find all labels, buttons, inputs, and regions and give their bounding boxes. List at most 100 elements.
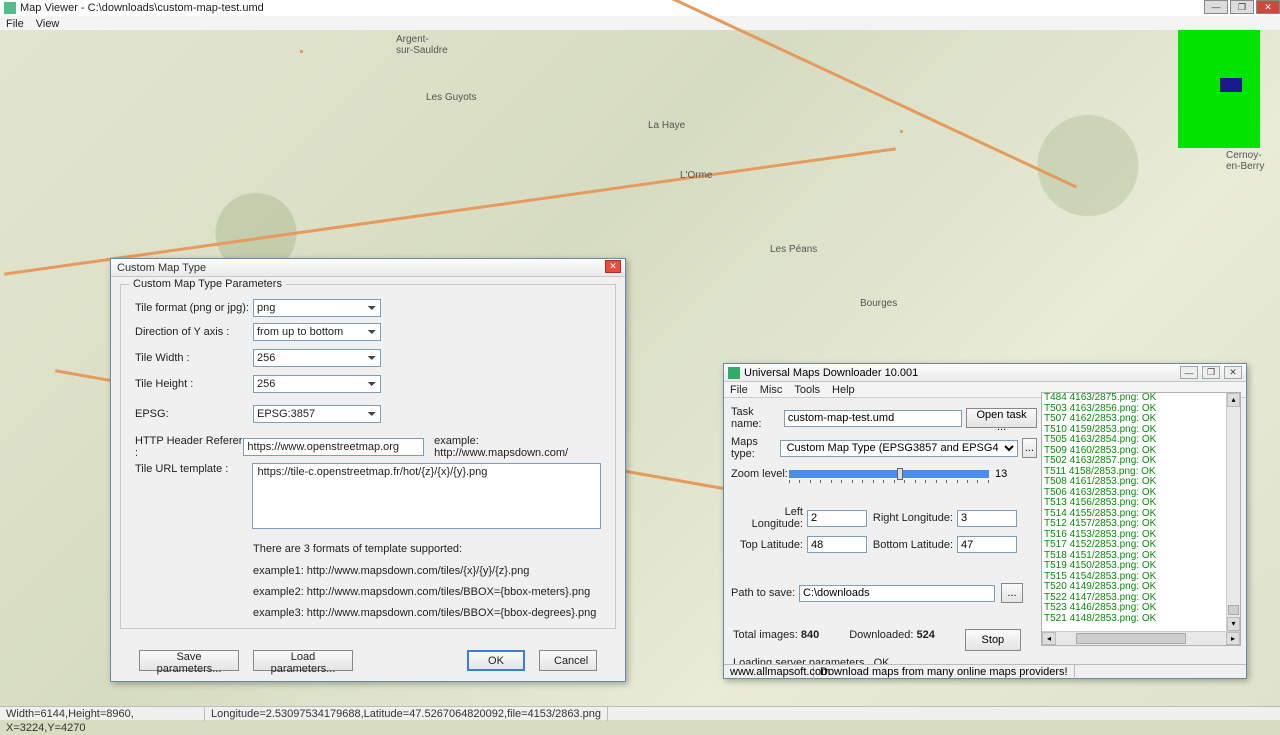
scroll-right-icon[interactable]: ▸ [1226,632,1240,645]
tile-width-label: Tile Width : [135,352,253,364]
log-panel[interactable]: T484 4163/2875.png: OKT503 4163/2856.png… [1041,392,1241,646]
log-line: T484 4163/2875.png: OK [1042,393,1240,404]
epsg-select[interactable]: EPSG:3857 [253,405,381,423]
task-name-label: Task name: [731,406,784,430]
mini-map[interactable] [1178,30,1260,148]
log-line: T521 4148/2853.png: OK [1042,614,1240,625]
y-direction-label: Direction of Y axis : [135,326,253,338]
horizontal-scrollbar[interactable]: ◂ ▸ [1042,631,1240,645]
ok-button[interactable]: OK [467,650,525,671]
zoom-slider[interactable] [789,466,989,482]
menu-tools[interactable]: Tools [794,384,820,396]
custom-map-type-dialog: Custom Map Type ✕ Custom Map Type Parame… [110,258,626,682]
maximize-button[interactable]: ❐ [1202,366,1220,379]
status-coordinates: Longitude=2.53097534179688,Latitude=47.5… [205,707,608,721]
close-button[interactable]: ✕ [1224,366,1242,379]
app-icon [4,2,16,14]
url-template-label: Tile URL template : [135,463,252,475]
log-line: T505 4163/2854.png: OK [1042,435,1240,446]
referer-input[interactable] [243,438,424,456]
town-label: L'Orme [680,170,712,181]
menu-file[interactable]: File [730,384,748,396]
downloader-window: Universal Maps Downloader 10.001 — ❐ ✕ F… [723,363,1247,679]
status-desc: Download maps from many online maps prov… [814,665,1075,679]
log-line: T507 4162/2853.png: OK [1042,414,1240,425]
minimize-button[interactable]: — [1180,366,1198,379]
path-label: Path to save: [731,587,799,599]
mini-map-viewport [1220,78,1242,92]
cancel-button[interactable]: Cancel [539,650,597,671]
log-line: T508 4161/2853.png: OK [1042,477,1240,488]
total-images-label: Total images: 840 [733,629,819,651]
town-label: La Haye [648,120,685,131]
scroll-thumb[interactable] [1228,605,1239,615]
zoom-level-label: Zoom level: [731,468,789,480]
epsg-label: EPSG: [135,408,253,420]
stop-button[interactable]: Stop [965,629,1021,651]
browse-button[interactable]: ... [1001,583,1023,603]
group-legend: Custom Map Type Parameters [129,278,286,290]
log-line: T519 4150/2853.png: OK [1042,561,1240,572]
dialog-titlebar[interactable]: Custom Map Type ✕ [111,259,625,277]
top-lat-label: Top Latitude: [731,539,807,551]
log-line: T513 4156/2853.png: OK [1042,498,1240,509]
tile-width-select[interactable]: 256 [253,349,381,367]
downloader-titlebar[interactable]: Universal Maps Downloader 10.001 — ❐ ✕ [724,364,1246,382]
right-lon-input[interactable] [957,510,1017,527]
top-lat-input[interactable] [807,536,867,553]
menu-help[interactable]: Help [832,384,855,396]
open-task-button[interactable]: Open task ... [966,408,1037,428]
task-name-input[interactable] [784,410,962,427]
downloader-title: Universal Maps Downloader 10.001 [744,367,918,379]
downloader-form: Task name: Open task ... Maps type: Cust… [729,400,1039,658]
downloader-statusbar: www.allmapsoft.com Download maps from ma… [724,664,1246,678]
town-label: Bourges [860,298,897,309]
scroll-thumb[interactable] [1076,633,1186,644]
log-line: T512 4157/2853.png: OK [1042,519,1240,530]
scroll-up-icon[interactable]: ▴ [1227,393,1240,407]
menu-file[interactable]: File [6,18,24,30]
log-line: T520 4149/2853.png: OK [1042,582,1240,593]
left-lon-label: Left Longitude: [731,506,807,530]
bottom-lat-label: Bottom Latitude: [867,539,957,551]
menu-view[interactable]: View [36,18,60,30]
titlebar[interactable]: Map Viewer - C:\downloads\custom-map-tes… [0,0,1280,16]
scroll-down-icon[interactable]: ▾ [1227,617,1240,631]
left-lon-input[interactable] [807,510,867,527]
menu-misc[interactable]: Misc [760,384,783,396]
tile-height-select[interactable]: 256 [253,375,381,393]
load-parameters-button[interactable]: Load parameters... [253,650,353,671]
y-direction-select[interactable]: from up to bottom [253,323,381,341]
town-label: Argent- sur-Sauldre [396,34,448,56]
log-line: T523 4146/2853.png: OK [1042,603,1240,614]
url-template-input[interactable]: https://tile-c.openstreetmap.fr/hot/{z}/… [252,463,601,529]
right-lon-label: Right Longitude: [867,512,957,524]
vertical-scrollbar[interactable]: ▴ ▾ [1226,393,1240,631]
statusbar: Width=6144,Height=8960, X=3224,Y=4270 Lo… [0,706,1280,720]
maps-type-more-button[interactable]: ... [1022,438,1037,458]
maps-type-select[interactable]: Custom Map Type (EPSG3857 and EPSG4326 s… [780,440,1018,457]
town-label: Les Péans [770,244,817,255]
referer-label: HTTP Header Referer : [135,435,243,459]
tile-format-select[interactable]: png [253,299,381,317]
parameters-group: Custom Map Type Parameters Tile format (… [120,284,616,629]
path-input[interactable] [799,585,995,602]
log-line: T502 4163/2857.png: OK [1042,456,1240,467]
minimize-button[interactable]: — [1204,0,1228,14]
referer-hint: example: http://www.mapsdown.com/ [434,435,601,459]
close-button[interactable]: ✕ [1256,0,1280,14]
town-label: Cernoy- en-Berry [1226,150,1264,172]
tile-height-label: Tile Height : [135,378,253,390]
app-icon [728,367,740,379]
bottom-lat-input[interactable] [957,536,1017,553]
window-title: Map Viewer - C:\downloads\custom-map-tes… [20,0,264,16]
maximize-button[interactable]: ❐ [1230,0,1254,14]
status-dimensions: Width=6144,Height=8960, X=3224,Y=4270 [0,707,205,721]
save-parameters-button[interactable]: Save parameters... [139,650,239,671]
town-label: Les Guyots [426,92,477,103]
dialog-close-button[interactable]: ✕ [605,260,621,273]
log-line: T517 4152/2853.png: OK [1042,540,1240,551]
template-example-1: example1: http://www.mapsdown.com/tiles/… [253,565,529,577]
scroll-left-icon[interactable]: ◂ [1042,632,1056,645]
status-site: www.allmapsoft.com [724,665,814,679]
